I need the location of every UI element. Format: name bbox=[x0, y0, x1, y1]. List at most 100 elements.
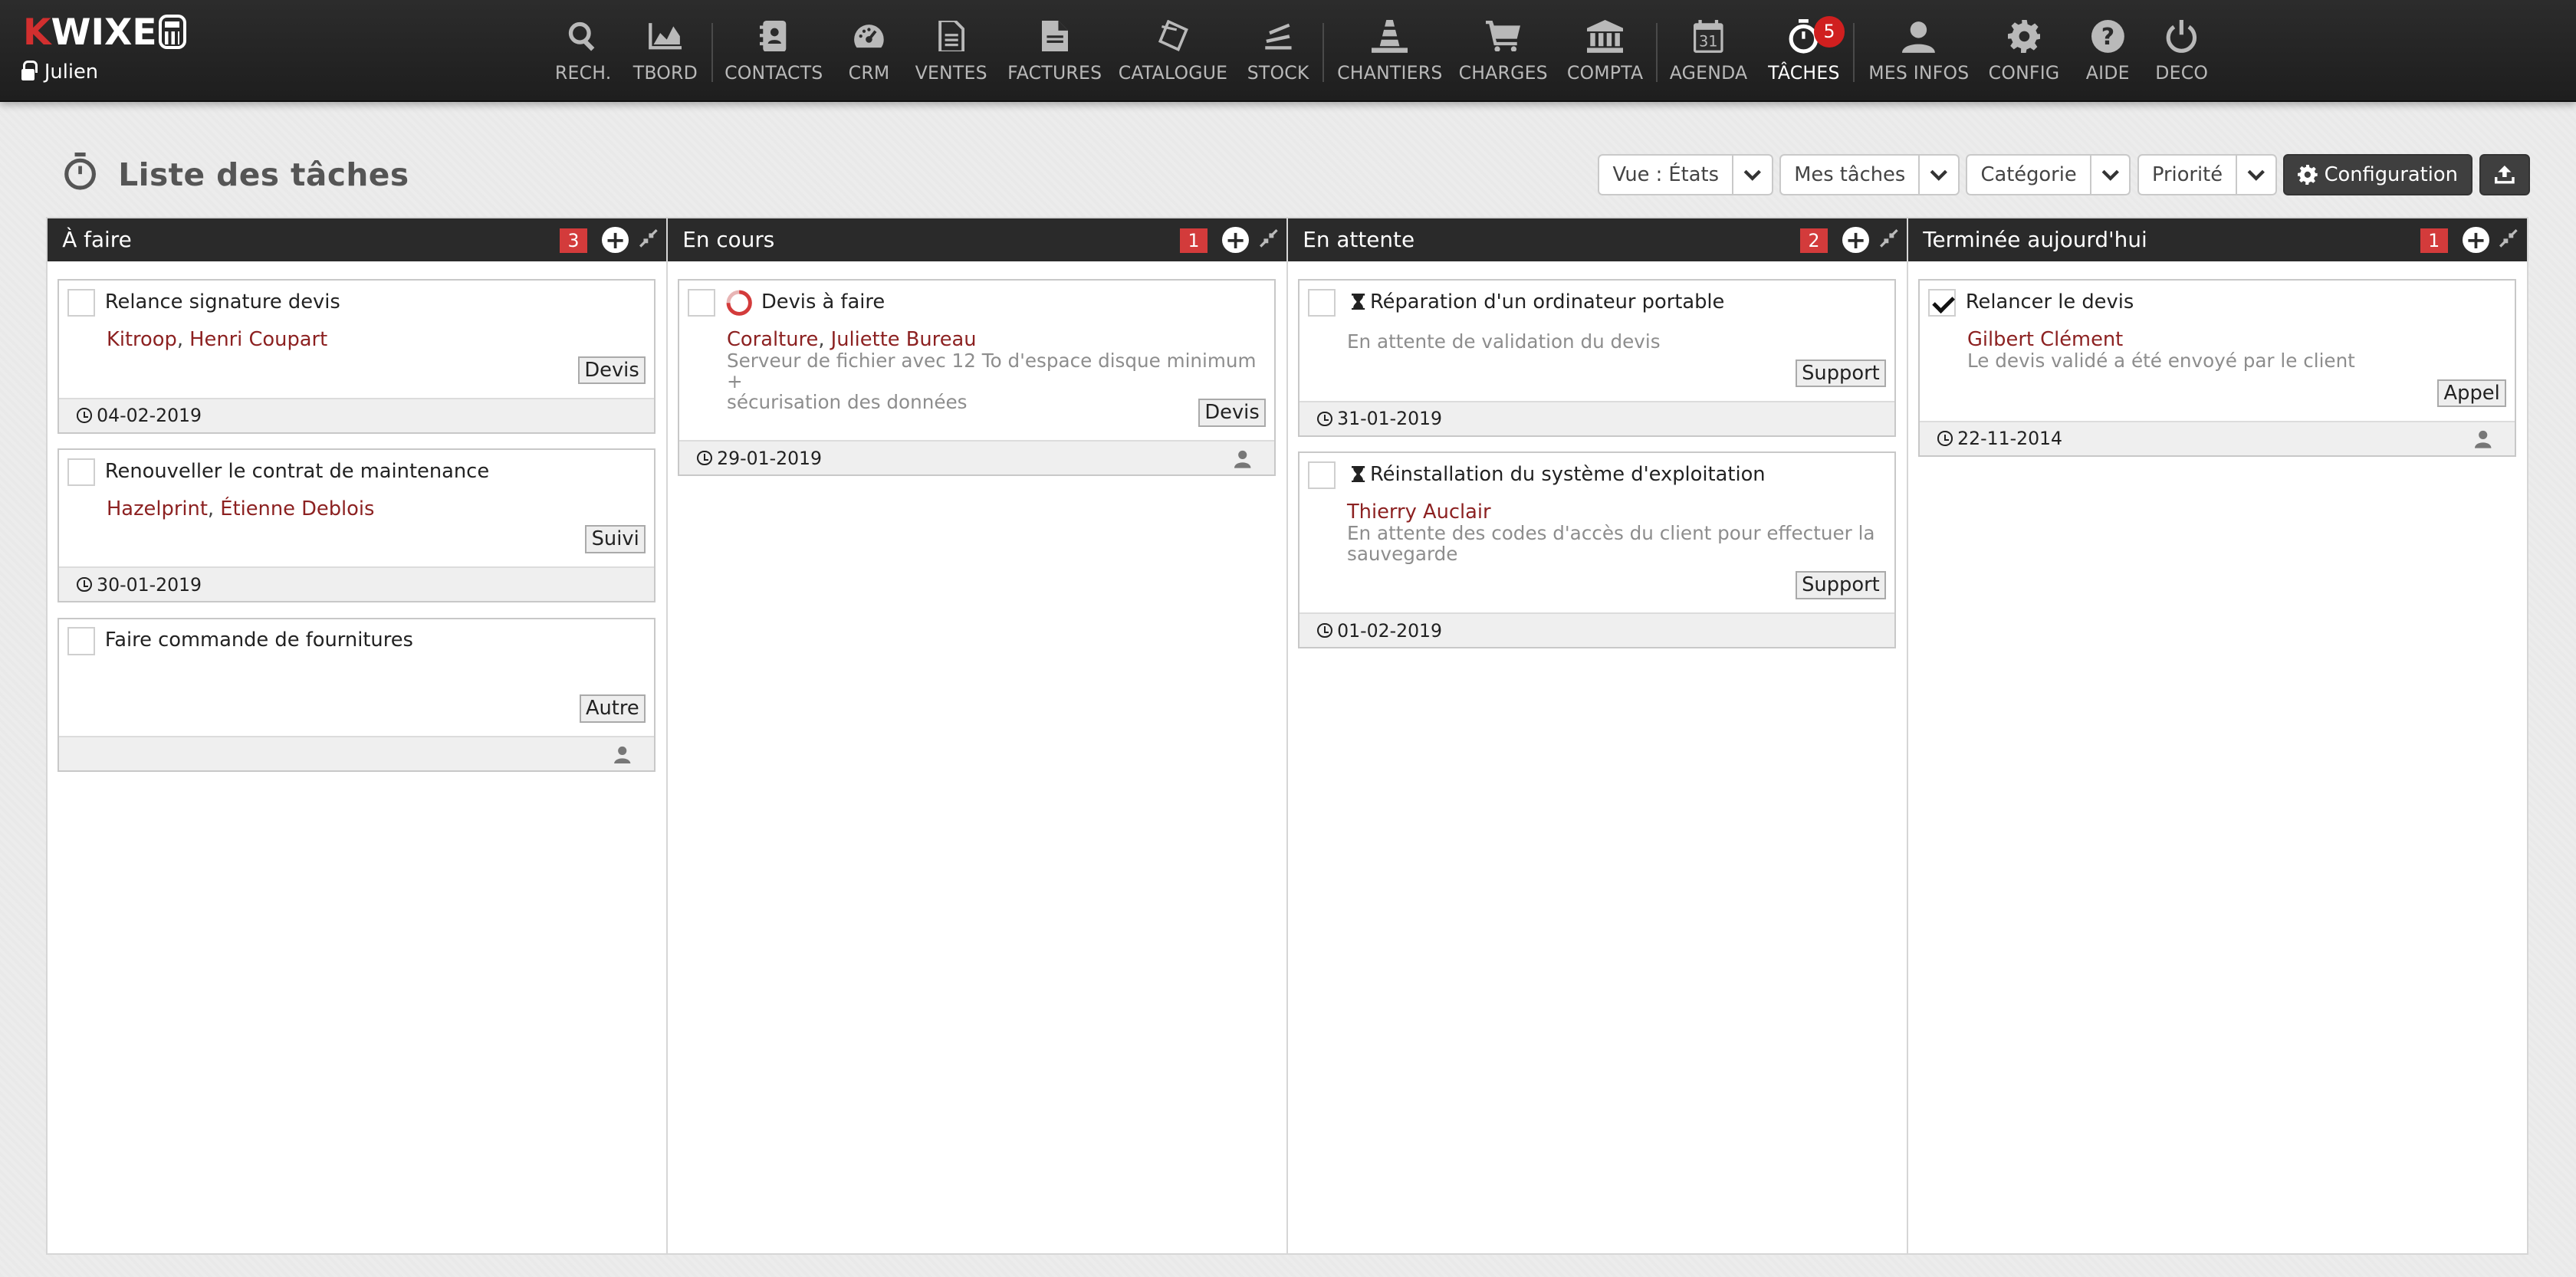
add-task-icon[interactable]: + bbox=[602, 226, 629, 253]
contact-link[interactable]: Juliette Bureau bbox=[831, 328, 977, 351]
contact-link[interactable]: Thierry Auclair bbox=[1347, 501, 1491, 524]
column-title: En attente bbox=[1303, 227, 1415, 253]
priority-dropdown[interactable] bbox=[2237, 154, 2277, 195]
nav-item-stock[interactable]: STOCK bbox=[1247, 0, 1309, 102]
nav-item-agenda[interactable]: 31 AGENDA bbox=[1670, 0, 1747, 102]
nav-item-charges[interactable]: CHARGES bbox=[1459, 0, 1548, 102]
contact-link[interactable]: Étienne Deblois bbox=[220, 497, 374, 520]
category-filter-button[interactable]: Catégorie bbox=[1966, 154, 2091, 195]
company-link[interactable]: Coralture bbox=[727, 328, 818, 351]
nav-item-catalogue[interactable]: CATALOGUE bbox=[1119, 0, 1227, 102]
task-card[interactable]: Réinstallation du système d'exploitation… bbox=[1297, 451, 1896, 649]
task-description: En attente de validation du devis bbox=[1346, 330, 1661, 353]
task-checkbox[interactable] bbox=[67, 458, 95, 486]
nav-item-compta[interactable]: COMPTA bbox=[1567, 0, 1643, 102]
column-a-faire: À faire 3 + Relance signature devis Kitr… bbox=[48, 218, 668, 1254]
nav-item-ventes[interactable]: VENTES bbox=[915, 0, 987, 102]
nav-item-chantiers[interactable]: CHANTIERS bbox=[1337, 0, 1442, 102]
task-card[interactable]: Renouveller le contrat de maintenance Ha… bbox=[57, 448, 656, 603]
task-footer: 31-01-2019 bbox=[1299, 400, 1894, 435]
nav-item-tbord[interactable]: TBORD bbox=[633, 0, 698, 102]
nav-item-deco[interactable]: DECO bbox=[2155, 0, 2208, 102]
company-link[interactable]: Kitroop bbox=[107, 328, 177, 351]
priority-filter-button[interactable]: Priorité bbox=[2137, 154, 2238, 195]
task-category-tag: Suivi bbox=[585, 525, 646, 553]
task-card[interactable]: Relance signature devis Kitroop, Henri C… bbox=[57, 279, 656, 434]
nav-item-aide[interactable]: ? AIDE bbox=[2083, 0, 2132, 102]
view-mode-dropdown[interactable] bbox=[1733, 154, 1773, 195]
nav-item-contacts[interactable]: CONTACTS bbox=[724, 0, 823, 102]
current-user[interactable]: Julien bbox=[21, 61, 98, 84]
task-card[interactable]: Devis à faire Coralture, Juliette Bureau… bbox=[677, 279, 1276, 477]
task-title: Relancer le devis bbox=[1965, 290, 2134, 314]
nav-item-config[interactable]: CONFIG bbox=[1989, 0, 2059, 102]
task-title: Renouveller le contrat de maintenance bbox=[104, 459, 490, 483]
user-name: Julien bbox=[44, 61, 99, 84]
collapse-icon[interactable] bbox=[639, 228, 659, 248]
task-title: Relance signature devis bbox=[104, 290, 340, 314]
chevron-down-icon bbox=[2247, 169, 2266, 181]
tasks-badge: 5 bbox=[1813, 16, 1845, 48]
nav-item-factures[interactable]: FACTURES bbox=[1007, 0, 1102, 102]
nav-item-crm[interactable]: CRM bbox=[846, 0, 892, 102]
nav-item-mes-infos[interactable]: MES INFOS bbox=[1868, 0, 1969, 102]
task-checkbox[interactable] bbox=[67, 627, 95, 655]
add-task-icon[interactable]: + bbox=[2463, 226, 2489, 253]
column-terminee-aujourdhui: Terminée aujourd'hui 1 + Relancer le dev… bbox=[1908, 218, 2527, 1253]
category-dropdown[interactable] bbox=[2091, 154, 2131, 195]
hourglass-icon bbox=[1352, 293, 1365, 310]
clock-icon bbox=[1317, 623, 1332, 638]
task-checkbox[interactable] bbox=[1307, 461, 1336, 490]
task-checkbox[interactable] bbox=[1307, 288, 1336, 317]
collapse-icon[interactable] bbox=[1879, 228, 1899, 248]
view-mode-button[interactable]: Vue : États bbox=[1598, 154, 1734, 195]
search-icon bbox=[562, 18, 605, 54]
task-links: Thierry Auclair bbox=[1347, 501, 1491, 524]
gear-icon bbox=[2003, 18, 2045, 54]
add-task-icon[interactable]: + bbox=[1842, 226, 1869, 253]
nav-item-taches[interactable]: TÂCHES 5 bbox=[1768, 0, 1845, 102]
task-checkbox[interactable] bbox=[67, 288, 95, 317]
collapse-icon[interactable] bbox=[2499, 228, 2518, 248]
column-title: Terminée aujourd'hui bbox=[1923, 227, 2147, 253]
task-card[interactable]: Réparation d'un ordinateur portable En a… bbox=[1297, 279, 1896, 437]
task-links: Kitroop, Henri Coupart bbox=[106, 328, 328, 352]
user-icon bbox=[614, 746, 631, 764]
task-checkbox-checked[interactable] bbox=[1927, 288, 1956, 317]
column-title: En cours bbox=[682, 227, 775, 253]
app-logo[interactable]: KWIXE bbox=[23, 11, 187, 54]
nav-item-search[interactable]: RECH. bbox=[555, 0, 611, 102]
hourglass-icon bbox=[1352, 465, 1365, 483]
task-title: Devis à faire bbox=[761, 290, 886, 314]
dashboard-icon bbox=[848, 18, 891, 54]
add-task-icon[interactable]: + bbox=[1222, 226, 1249, 253]
column-header: Terminée aujourd'hui 1 + bbox=[1908, 218, 2527, 261]
collapse-icon[interactable] bbox=[1259, 228, 1279, 248]
column-header: En cours 1 + bbox=[668, 218, 1286, 261]
company-link[interactable]: Hazelprint bbox=[107, 497, 208, 520]
column-title: À faire bbox=[62, 227, 132, 253]
user-icon bbox=[1898, 18, 1940, 54]
view-toolbar: Vue : États Mes tâches Catégorie Priorit… bbox=[1598, 154, 2530, 195]
task-title: Faire commande de fournitures bbox=[104, 629, 413, 652]
progress-icon bbox=[726, 290, 752, 316]
contact-link[interactable]: Henri Coupart bbox=[189, 328, 327, 351]
contact-link[interactable]: Gilbert Clément bbox=[1967, 328, 2123, 351]
task-footer: 22-11-2014 bbox=[1919, 420, 2515, 455]
upload-icon bbox=[2494, 166, 2515, 184]
my-tasks-dropdown[interactable] bbox=[1920, 154, 1960, 195]
column-en-cours: En cours 1 + Devis à faire Coralture, Ju… bbox=[668, 218, 1288, 1254]
task-card[interactable]: Faire commande de fournitures Autre bbox=[57, 617, 656, 772]
page-title: Liste des tâches bbox=[62, 153, 409, 197]
calendar-icon: 31 bbox=[1687, 18, 1730, 54]
top-navigation-bar: KWIXE Julien RECH. TBORD CONTACTS CRM VE… bbox=[0, 0, 2576, 102]
task-category-tag: Support bbox=[1795, 359, 1887, 388]
export-button[interactable] bbox=[2479, 154, 2530, 195]
task-card[interactable]: Relancer le devis Gilbert Clément Le dev… bbox=[1917, 279, 2516, 457]
configuration-button[interactable]: Configuration bbox=[2283, 154, 2473, 195]
task-due-date: 04-02-2019 bbox=[97, 405, 202, 427]
my-tasks-filter-button[interactable]: Mes tâches bbox=[1779, 154, 1921, 195]
svg-text:31: 31 bbox=[1699, 32, 1718, 50]
address-book-icon bbox=[752, 18, 795, 54]
task-checkbox[interactable] bbox=[687, 288, 715, 317]
